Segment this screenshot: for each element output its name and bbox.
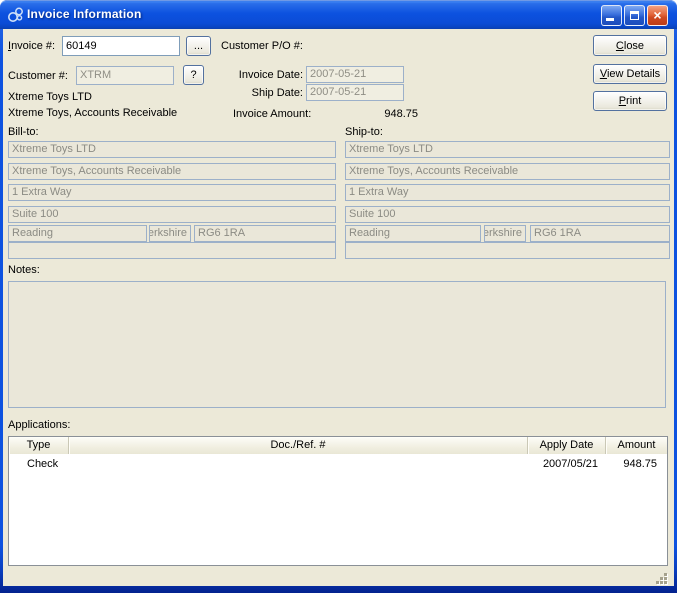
ship-to-line3-input: 1 Extra Way	[345, 184, 670, 201]
ship-to-line2-input: Xtreme Toys, Accounts Receivable	[345, 163, 670, 180]
app-icon	[7, 6, 24, 23]
maximize-icon	[630, 11, 639, 20]
applications-label: Applications:	[8, 419, 70, 431]
column-header-doc-ref: Doc./Ref. #	[69, 437, 528, 454]
bill-to-line2-input: Xtreme Toys, Accounts Receivable	[8, 163, 336, 180]
ship-date-label: Ship Date:	[200, 87, 303, 99]
bill-to-line3-input: 1 Extra Way	[8, 184, 336, 201]
column-header-apply-date: Apply Date	[528, 437, 606, 454]
titlebar[interactable]: Invoice Information ×	[0, 0, 677, 29]
ship-date-input: 2007-05-21	[306, 84, 404, 101]
bill-to-line4-input: Suite 100	[8, 206, 336, 223]
bill-to-line1-input: Xtreme Toys LTD	[8, 141, 336, 158]
notes-label: Notes:	[8, 264, 40, 276]
titlebar-close-button[interactable]: ×	[647, 5, 668, 26]
customer-number-input: XTRM	[76, 66, 174, 85]
bill-to-line6-input	[8, 242, 336, 259]
invoice-amount-label: Invoice Amount:	[233, 108, 311, 120]
customer-po-label: Customer P/O #:	[221, 40, 303, 52]
close-icon: ×	[653, 6, 661, 25]
invoice-date-input: 2007-05-21	[306, 66, 404, 83]
ship-to-state-input: Berkshire	[484, 225, 526, 242]
browse-invoice-button[interactable]: ...	[186, 36, 211, 56]
maximize-button[interactable]	[624, 5, 645, 26]
notes-textarea	[8, 281, 666, 408]
ship-to-line1-input: Xtreme Toys LTD	[345, 141, 670, 158]
bill-to-label: Bill-to:	[8, 126, 39, 138]
close-button[interactable]: Close	[593, 35, 667, 56]
print-button[interactable]: Print	[593, 91, 667, 111]
table-row[interactable]: Check 2007/05/21 948.75	[9, 457, 667, 472]
table-header-row: Type Doc./Ref. # Apply Date Amount	[9, 437, 667, 454]
cell-type: Check	[9, 457, 69, 472]
ship-to-line4-input: Suite 100	[345, 206, 670, 223]
invoice-information-window: Invoice Information × Invoice #: ... Cus…	[0, 0, 677, 593]
view-details-button[interactable]: View Details	[593, 64, 667, 84]
customer-number-label: Customer #:	[8, 70, 68, 82]
invoice-amount-value: 948.75	[353, 108, 418, 120]
ship-to-city-input: Reading	[345, 225, 481, 242]
ship-to-line6-input	[345, 242, 670, 259]
ship-to-postal-input: RG6 1RA	[530, 225, 670, 242]
bill-to-city-input: Reading	[8, 225, 147, 242]
column-header-amount: Amount	[606, 437, 667, 454]
column-header-type: Type	[9, 437, 69, 454]
bill-to-state-input: Berkshire	[149, 225, 191, 242]
cell-amount: 948.75	[606, 457, 667, 472]
ship-to-label: Ship-to:	[345, 126, 383, 138]
minimize-icon	[606, 18, 614, 21]
minimize-button[interactable]	[601, 5, 622, 26]
invoice-number-input[interactable]	[62, 36, 180, 56]
bill-to-postal-input: RG6 1RA	[194, 225, 336, 242]
cell-apply-date: 2007/05/21	[528, 457, 606, 472]
window-title: Invoice Information	[27, 0, 141, 29]
customer-name-text: Xtreme Toys LTD	[8, 91, 92, 103]
cell-doc-ref	[69, 457, 528, 472]
invoice-date-label: Invoice Date:	[200, 69, 303, 81]
customer-contact-text: Xtreme Toys, Accounts Receivable	[8, 107, 177, 119]
invoice-number-label: Invoice #:	[8, 40, 55, 52]
applications-table: Type Doc./Ref. # Apply Date Amount Check…	[8, 436, 668, 566]
resize-grip-icon[interactable]	[653, 571, 669, 586]
